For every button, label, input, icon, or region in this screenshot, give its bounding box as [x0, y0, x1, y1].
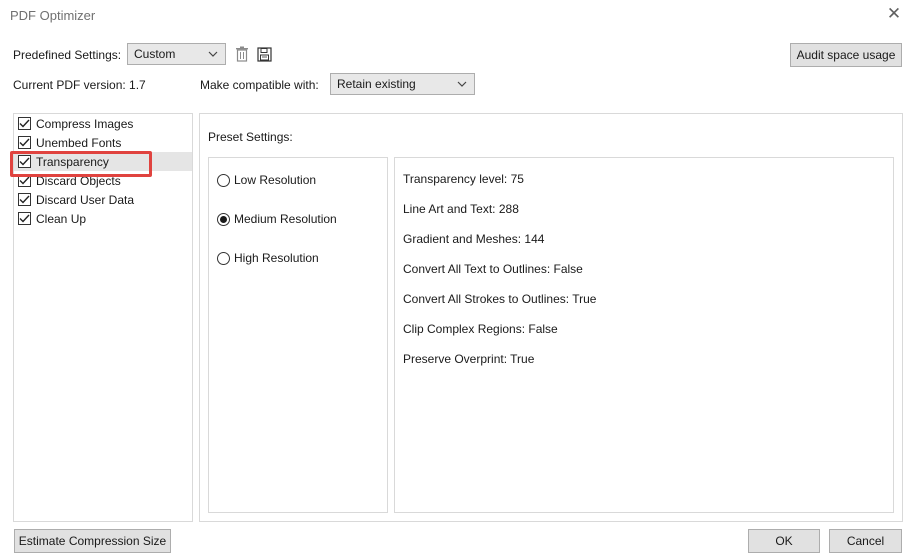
category-compress-images[interactable]: Compress Images	[18, 114, 133, 133]
category-label: Discard User Data	[36, 192, 135, 207]
window-title: PDF Optimizer	[10, 8, 96, 23]
predefined-settings-dropdown[interactable]: Custom	[127, 43, 226, 65]
make-compatible-value: Retain existing	[337, 77, 416, 91]
category-label: Clean Up	[36, 211, 87, 226]
detail-convert-strokes-outlines: Convert All Strokes to Outlines: True	[403, 292, 597, 306]
make-compatible-dropdown[interactable]: Retain existing	[330, 73, 475, 95]
radio-low-resolution[interactable]: Low Resolution	[217, 170, 316, 190]
trash-icon[interactable]	[233, 45, 251, 63]
ok-button[interactable]: OK	[748, 529, 820, 553]
detail-preserve-overprint: Preserve Overprint: True	[403, 352, 535, 366]
predefined-settings-value: Custom	[134, 47, 176, 61]
checkbox[interactable]	[18, 193, 31, 206]
preset-settings-heading: Preset Settings:	[208, 130, 293, 144]
ok-button-label: OK	[775, 534, 793, 548]
category-label: Unembed Fonts	[36, 135, 122, 150]
radio-label: Low Resolution	[234, 173, 317, 187]
detail-line-art-text: Line Art and Text: 288	[403, 202, 519, 216]
save-icon[interactable]	[255, 45, 273, 63]
detail-gradient-meshes: Gradient and Meshes: 144	[403, 232, 545, 246]
radio-high-resolution[interactable]: High Resolution	[217, 248, 319, 268]
checkbox[interactable]	[18, 117, 31, 130]
close-icon[interactable]: ✕	[885, 5, 903, 23]
category-clean-up[interactable]: Clean Up	[18, 209, 86, 228]
detail-transparency-level: Transparency level: 75	[403, 172, 524, 186]
category-discard-user-data[interactable]: Discard User Data	[18, 190, 134, 209]
radio-label: Medium Resolution	[234, 212, 337, 226]
detail-clip-complex-regions: Clip Complex Regions: False	[403, 322, 558, 336]
chevron-down-icon	[456, 78, 468, 90]
checkbox[interactable]	[18, 212, 31, 225]
audit-button-label: Audit space usage	[796, 48, 896, 62]
radio-dot	[220, 215, 227, 223]
radio-label: High Resolution	[234, 251, 319, 265]
chevron-down-icon	[207, 48, 219, 60]
selection-highlight-box	[10, 151, 152, 177]
radio-button[interactable]	[217, 173, 230, 187]
make-compatible-label: Make compatible with:	[200, 78, 319, 92]
radio-button[interactable]	[217, 251, 230, 265]
estimate-compression-size-button[interactable]: Estimate Compression Size	[14, 529, 171, 553]
radio-medium-resolution[interactable]: Medium Resolution	[217, 209, 337, 229]
cancel-button[interactable]: Cancel	[829, 529, 902, 553]
current-pdf-version: Current PDF version: 1.7	[13, 78, 146, 92]
estimate-button-label: Estimate Compression Size	[18, 534, 167, 548]
radio-button[interactable]	[217, 212, 230, 226]
category-unembed-fonts[interactable]: Unembed Fonts	[18, 133, 121, 152]
detail-convert-text-outlines: Convert All Text to Outlines: False	[403, 262, 583, 276]
audit-space-usage-button[interactable]: Audit space usage	[790, 43, 902, 67]
predefined-settings-label: Predefined Settings:	[13, 48, 122, 62]
cancel-button-label: Cancel	[846, 534, 885, 548]
category-label: Compress Images	[36, 116, 134, 131]
checkbox[interactable]	[18, 136, 31, 149]
